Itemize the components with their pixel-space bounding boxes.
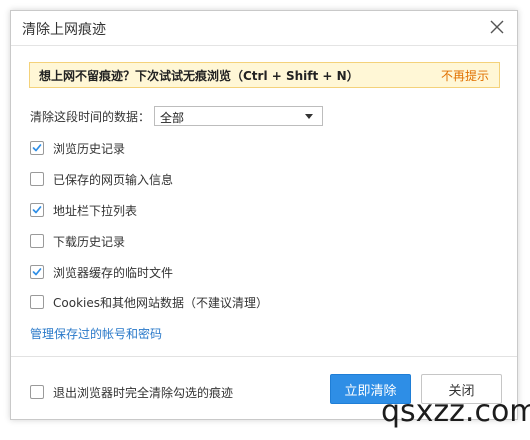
option-label: 退出浏览器时完全清除勾选的痕迹 xyxy=(53,385,234,400)
checkbox[interactable] xyxy=(30,203,44,217)
option-label: Cookies和其他网站数据（不建议清理） xyxy=(53,295,268,310)
clear-history-dialog: 清除上网痕迹 想上网不留痕迹？下次试试无痕浏览（Ctrl + Shift + N… xyxy=(10,10,518,420)
time-range-label: 清除这段时间的数据： xyxy=(30,109,151,124)
dont-show-again-link[interactable]: 不再提示 xyxy=(441,67,489,84)
option-cached-files[interactable]: 浏览器缓存的临时文件 xyxy=(30,263,173,281)
option-label: 浏览历史记录 xyxy=(53,141,126,156)
option-label: 已保存的网页输入信息 xyxy=(53,172,174,187)
checkmark-icon xyxy=(32,206,42,214)
watermark: qsxzz.com xyxy=(381,394,530,429)
manage-passwords-link[interactable]: 管理保存过的帐号和密码 xyxy=(30,325,162,342)
incognito-tip-banner: 想上网不留痕迹？下次试试无痕浏览（Ctrl + Shift + N） 不再提示 xyxy=(29,62,500,88)
option-address-bar-dropdown[interactable]: 地址栏下拉列表 xyxy=(30,201,137,219)
footer-divider xyxy=(11,356,517,357)
checkbox[interactable] xyxy=(30,265,44,279)
option-label: 地址栏下拉列表 xyxy=(53,203,138,218)
checkmark-icon xyxy=(32,268,42,276)
option-clear-on-exit[interactable]: 退出浏览器时完全清除勾选的痕迹 xyxy=(30,383,233,401)
checkbox[interactable] xyxy=(30,172,44,186)
dialog-title: 清除上网痕迹 xyxy=(22,22,106,38)
checkbox[interactable] xyxy=(30,295,44,309)
incognito-tip-text: 想上网不留痕迹？下次试试无痕浏览（Ctrl + Shift + N） xyxy=(39,69,359,83)
checkmark-icon xyxy=(32,144,42,152)
option-saved-form-data[interactable]: 已保存的网页输入信息 xyxy=(30,170,173,188)
checkbox[interactable] xyxy=(30,385,44,399)
option-label: 下载历史记录 xyxy=(53,234,126,249)
option-cookies[interactable]: Cookies和其他网站数据（不建议清理） xyxy=(30,293,268,311)
close-icon[interactable] xyxy=(487,17,507,37)
checkbox[interactable] xyxy=(30,141,44,155)
option-label: 浏览器缓存的临时文件 xyxy=(53,265,174,280)
time-range-row: 清除这段时间的数据： 全部 xyxy=(30,105,324,127)
dialog-titlebar: 清除上网痕迹 xyxy=(11,11,517,46)
checkbox[interactable] xyxy=(30,234,44,248)
option-browsing-history[interactable]: 浏览历史记录 xyxy=(30,139,125,157)
option-download-history[interactable]: 下载历史记录 xyxy=(30,232,125,250)
time-range-select[interactable]: 全部 xyxy=(154,106,324,126)
time-range-value: 全部 xyxy=(160,111,185,125)
chevron-down-icon xyxy=(305,114,314,119)
